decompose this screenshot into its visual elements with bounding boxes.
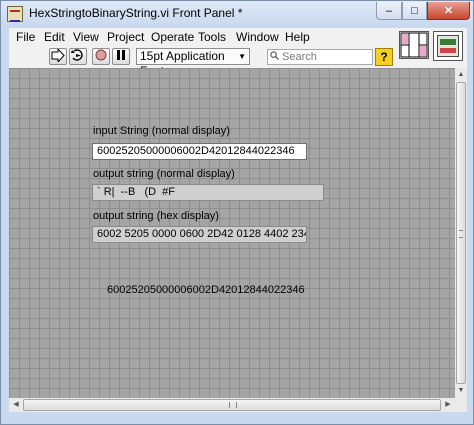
title-bar[interactable]: HexStringtoBinaryString.vi Front Panel *…	[1, 1, 473, 27]
chevron-down-icon: ▼	[238, 52, 246, 61]
search-input[interactable]: Search	[267, 49, 373, 65]
output-normal-label: output string (normal display)	[93, 168, 235, 180]
menu-file[interactable]: File	[16, 30, 35, 44]
search-icon	[270, 51, 279, 60]
labview-window: HexStringtoBinaryString.vi Front Panel *…	[0, 0, 474, 425]
output-normal-indicator: ` R| --B (D #F	[92, 184, 324, 201]
pause-button[interactable]	[112, 48, 130, 65]
vertical-scroll-thumb[interactable]	[456, 82, 466, 384]
scroll-right-icon[interactable]: ▶	[442, 399, 454, 411]
connector-pane-icon[interactable]	[399, 31, 429, 59]
run-arrow-icon	[51, 47, 65, 64]
free-label: 60025205000006002D42012844022346	[107, 284, 305, 296]
scroll-down-icon[interactable]: ▼	[455, 385, 467, 397]
input-string-label: input String (normal display)	[93, 125, 230, 137]
context-help-button[interactable]: ?	[375, 48, 393, 66]
horizontal-scrollbar[interactable]: ◀ ▶	[9, 398, 455, 412]
abort-icon	[95, 49, 107, 61]
input-string-control[interactable]: 60025205000006002D42012844022346	[92, 143, 307, 160]
close-button[interactable]: ✕	[427, 2, 470, 20]
font-select[interactable]: 15pt Application Font ▼	[136, 48, 250, 78]
vi-icon[interactable]	[433, 31, 463, 61]
vertical-scrollbar[interactable]: ▲ ▼	[455, 68, 467, 398]
search-placeholder: Search	[282, 51, 317, 63]
minimize-button[interactable]: –	[376, 2, 402, 20]
output-hex-label: output string (hex display)	[93, 210, 219, 222]
vi-icon-graphic	[437, 35, 459, 57]
maximize-button[interactable]: □	[402, 2, 427, 20]
abort-button[interactable]	[92, 48, 110, 65]
scroll-left-icon[interactable]: ◀	[10, 399, 22, 411]
connector-pattern-icon	[400, 32, 428, 58]
run-button[interactable]	[49, 47, 67, 65]
menu-tools[interactable]: Tools	[198, 30, 226, 44]
menu-window[interactable]: Window	[236, 30, 279, 44]
horizontal-scroll-thumb[interactable]	[23, 399, 441, 411]
menu-edit[interactable]: Edit	[44, 30, 65, 44]
labview-app-icon	[7, 6, 23, 22]
run-continuously-button[interactable]	[69, 48, 87, 65]
output-hex-indicator: 6002 5205 0000 0600 2D42 0128 4402 2346	[92, 226, 307, 243]
menu-project[interactable]: Project	[107, 30, 144, 44]
front-panel[interactable]: input String (normal display) 6002520500…	[9, 68, 455, 398]
scrollbar-corner	[455, 398, 467, 412]
run-continuously-icon	[71, 49, 83, 61]
window-title: HexStringtoBinaryString.vi Front Panel *	[29, 6, 243, 20]
window-bottom-border	[9, 412, 467, 422]
menu-view[interactable]: View	[73, 30, 99, 44]
pause-icon	[117, 50, 125, 60]
scroll-up-icon[interactable]: ▲	[455, 69, 467, 81]
menu-operate[interactable]: Operate	[151, 30, 194, 44]
menu-help[interactable]: Help	[285, 30, 310, 44]
